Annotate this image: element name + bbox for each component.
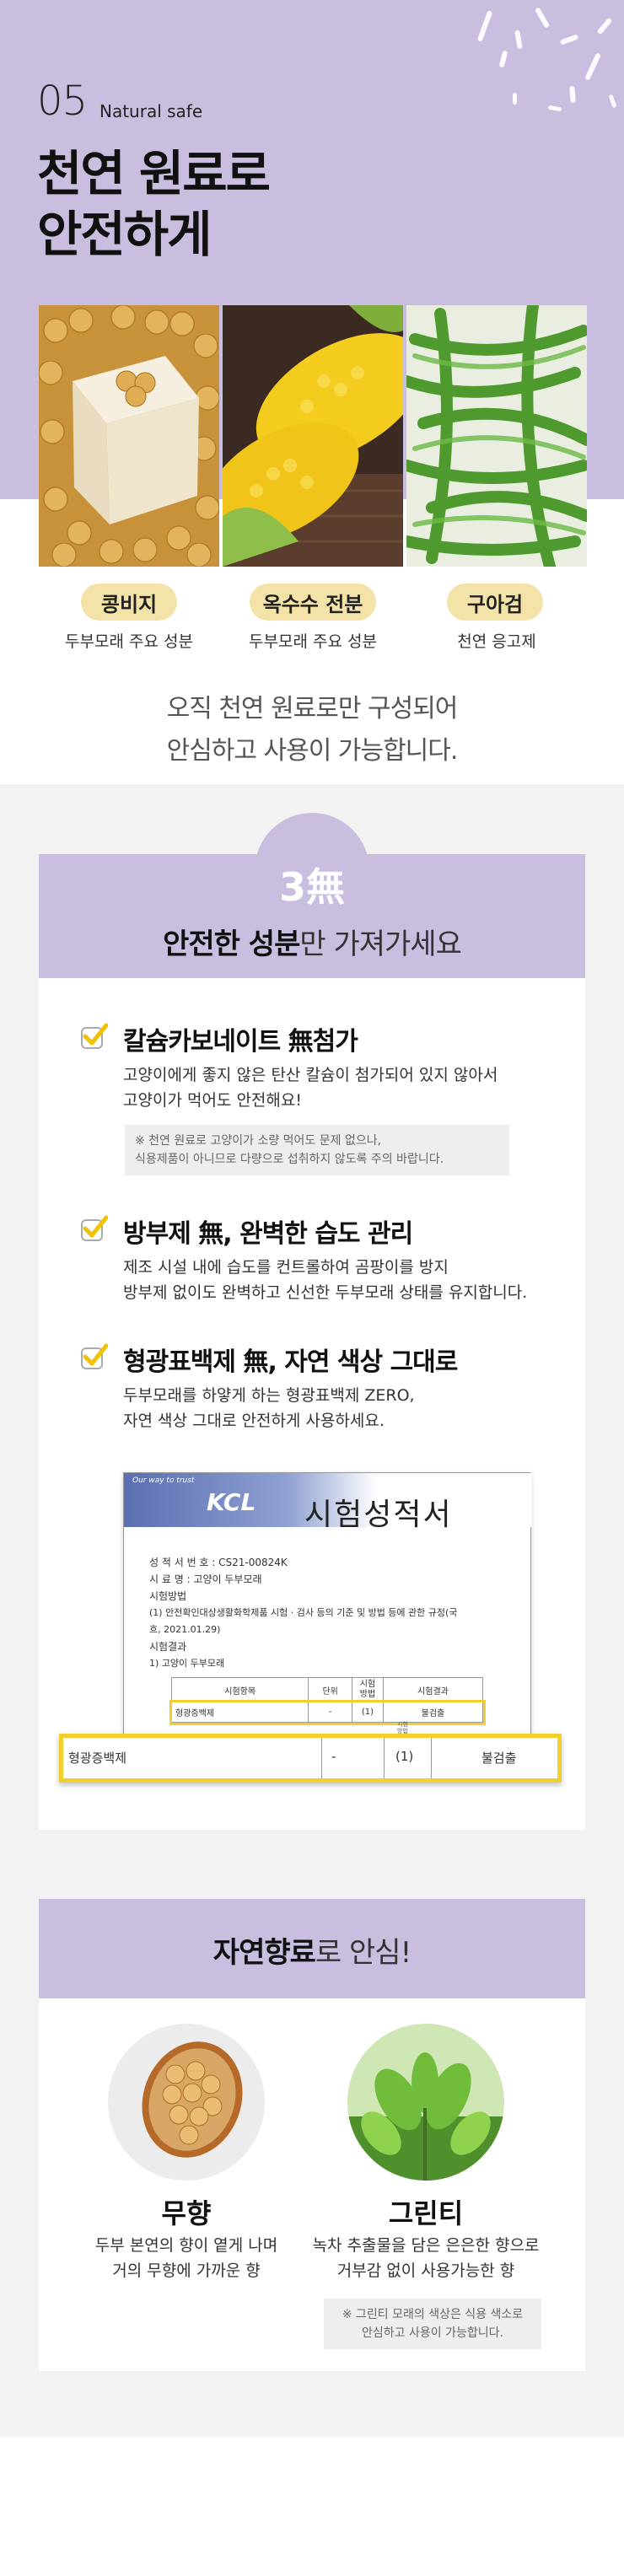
- fragrance-heading-bold: 자연향료: [212, 1936, 316, 1970]
- ingredient-caption-soy: 두부모래 주요 성분: [65, 632, 193, 651]
- cert-table-header: 단위: [308, 1677, 353, 1702]
- ingredient-tag-soy: 콩비지: [81, 583, 177, 621]
- strip-header: 시험 방법: [397, 1721, 408, 1734]
- lead-text: 오직 천연 원료로만 구성되어 안심하고 사용이 가능합니다.: [166, 694, 459, 766]
- test-certificate: Our way to trust KCL 시험성적서 성 적 서 번 호 : C…: [123, 1472, 532, 1759]
- corn-photo: [223, 305, 403, 567]
- fragrance-desc-unscented: 두부 본연의 향이 옅게 나며 거의 무향에 가까운 향: [94, 2236, 278, 2280]
- fragrance-name-unscented: 무향: [161, 2197, 212, 2229]
- cert-sample-value: 고양이 두부모래: [193, 1573, 262, 1585]
- ingredient-tag-corn: 옥수수 전분: [250, 583, 376, 621]
- fragrance-name-greentea: 그린티: [388, 2197, 464, 2229]
- cert-table-header: 시험결과: [382, 1677, 484, 1702]
- cert-method-value: (1) 안전확인대상생활화학제품 시험 · 검사 등의 기준 및 방법 등에 관…: [149, 1607, 458, 1618]
- point-desc-preservative: 제조 시설 내에 습도를 컨트롤하여 곰팡이를 방지 방부제 없이도 완벽하고 …: [123, 1258, 528, 1302]
- three-free-heading-bold: 안전한 성분: [163, 928, 300, 961]
- fragrance-heading-rest: 로 안심!: [315, 1936, 412, 1970]
- check-icon: [81, 1343, 108, 1369]
- fragrance-desc-greentea: 녹차 추출물을 담은 은은한 향으로 거부감 없이 사용가능한 향: [312, 2236, 540, 2280]
- three-free-heading: 안전한 성분만 가져가세요: [39, 921, 585, 962]
- strip-result: 불검출: [481, 1750, 517, 1766]
- fragrance-header: 자연향료로 안심!: [39, 1899, 585, 1998]
- three-free-badge: 3無: [278, 864, 345, 910]
- cert-number-value: CS21-00824K: [218, 1557, 288, 1568]
- point-desc-calcium: 고양이에게 좋지 않은 탄산 칼슘이 첨가되어 있지 않아서 고양이가 먹어도 …: [123, 1066, 498, 1110]
- ingredient-caption-guar: 천연 응고제: [457, 632, 536, 651]
- page-title: 천연 원료로 안전하게: [37, 145, 271, 263]
- cert-table-cell: 불검출: [382, 1702, 484, 1723]
- section-number: 05: [37, 78, 88, 125]
- highlight-result-strip: 시험 방법 형광증백제 - (1) 불검출: [59, 1721, 562, 1783]
- soybean-spoon-photo: [108, 2024, 265, 2181]
- point-title-calcium: 칼슘카보네이트 無첨가: [123, 1027, 358, 1057]
- point-title-preservative: 방부제 無, 완벽한 습도 관리: [123, 1219, 413, 1249]
- fragrance-heading: 자연향료로 안심!: [39, 1929, 585, 1971]
- three-free-heading-rest: 만 가져가세요: [299, 928, 461, 961]
- green-tea-photo: [347, 2024, 504, 2181]
- cert-table-header: 시험 방법: [352, 1677, 384, 1702]
- fragrance-note: ※ 그린티 모래의 색상은 식용 색소로 안심하고 사용이 가능합니다.: [324, 2299, 541, 2349]
- cert-table-cell: -: [308, 1702, 353, 1723]
- cert-method-label: 시험방법: [149, 1590, 187, 1602]
- strip-method: (1): [395, 1749, 414, 1764]
- check-icon: [81, 1215, 108, 1241]
- cert-number-label: 성 적 서 번 호 :: [149, 1557, 216, 1568]
- cert-table-cell: (1): [352, 1702, 384, 1723]
- strip-unit: -: [331, 1749, 336, 1764]
- cert-result-label: 시험결과: [149, 1641, 187, 1653]
- green-beans-photo: [406, 305, 587, 567]
- ingredient-tag-guar: 구아검: [447, 583, 543, 621]
- kcl-logo: KCL: [207, 1488, 256, 1516]
- check-icon: [81, 1023, 108, 1049]
- tofu-soybean-photo: [39, 305, 219, 567]
- point-note-calcium: ※ 천연 원료로 고양이가 소량 먹어도 문제 없으나, 식용제품이 아니므로 …: [125, 1125, 509, 1175]
- cert-table-header: 시험항목: [170, 1677, 309, 1702]
- cert-result-sub: 1) 고양이 두부모래: [149, 1658, 225, 1669]
- certificate-table: 시험항목 단위 시험 방법 시험결과 형광증백제 - (1) 불검출: [169, 1677, 486, 1725]
- certificate-title: 시험성적서: [304, 1498, 453, 1532]
- cert-method-value2: 흐, 2021.01.29): [149, 1624, 221, 1635]
- cert-sample-label: 시 료 명 :: [149, 1573, 191, 1585]
- point-desc-bleach: 두부모래를 하얗게 하는 형광표백제 ZERO, 자연 색상 그대로 안전하게 …: [123, 1386, 415, 1430]
- section-subtitle: Natural safe: [100, 101, 203, 121]
- certificate-body: 성 적 서 번 호 : CS21-00824K 시 료 명 : 고양이 두부모래…: [149, 1554, 457, 1672]
- ingredient-caption-corn: 두부모래 주요 성분: [249, 632, 377, 651]
- strip-item: 형광증백제: [68, 1750, 127, 1766]
- kcl-tagline: Our way to trust: [132, 1476, 195, 1485]
- point-title-bleach: 형광표백제 無, 자연 색상 그대로: [123, 1347, 458, 1377]
- cert-table-cell: 형광증백제: [170, 1702, 309, 1723]
